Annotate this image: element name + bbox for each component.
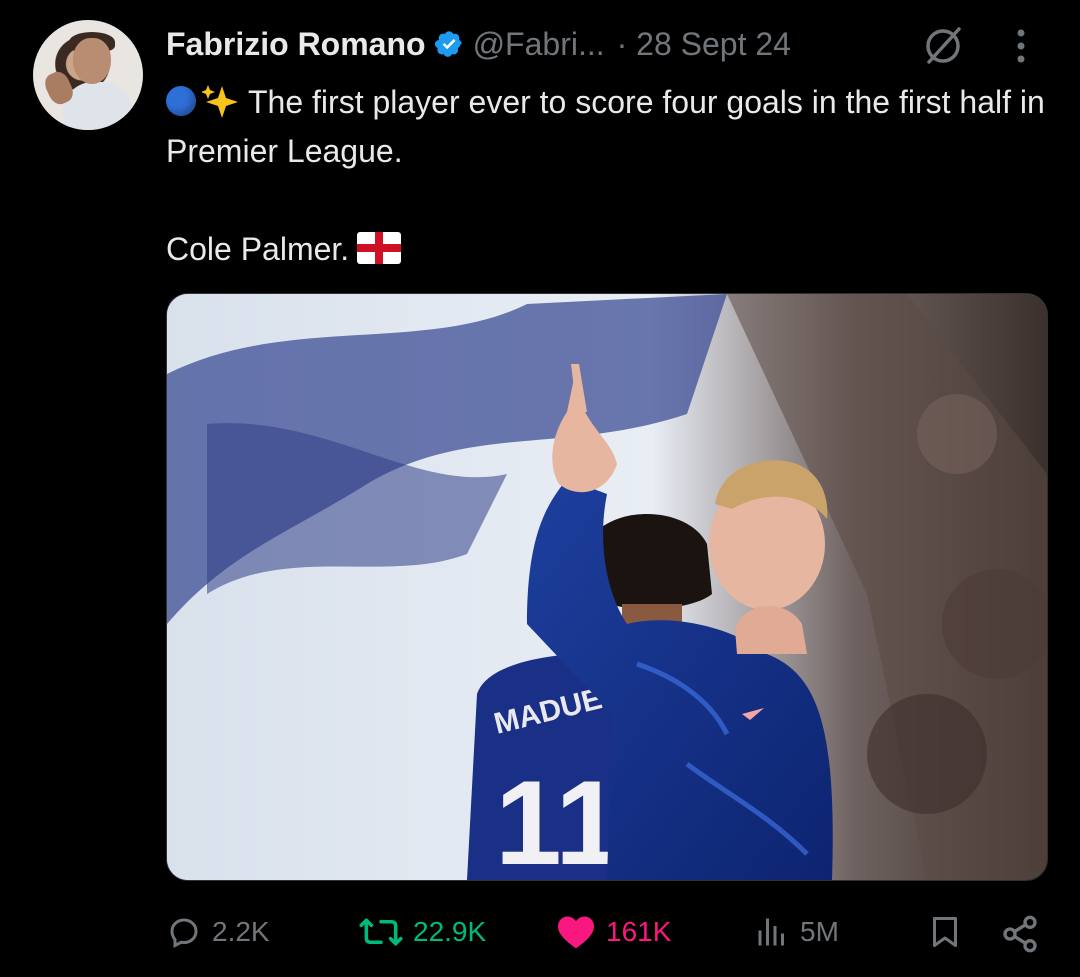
tweet-paragraph-1: The first player ever to score four goal… [166, 78, 1046, 176]
avatar[interactable] [33, 20, 143, 130]
avatar-head [73, 38, 111, 84]
retweet-icon [359, 918, 403, 946]
avatar-shirt [63, 82, 133, 130]
reply-button[interactable]: 2.2K [166, 900, 270, 964]
more-icon[interactable] [1011, 26, 1031, 66]
tweet-date[interactable]: · 28 Sept 24 [617, 26, 791, 63]
blue-circle-emoji [166, 86, 196, 116]
share-icon[interactable] [1000, 914, 1040, 954]
views-button[interactable]: 5M [754, 900, 839, 964]
tweet-text-line-2: Cole Palmer. [166, 231, 350, 267]
author-handle[interactable]: @Fabri... [473, 26, 605, 63]
reply-count: 2.2K [212, 916, 270, 947]
reply-icon [170, 918, 198, 948]
like-button[interactable]: 161K [556, 900, 671, 964]
views-icon [758, 918, 784, 946]
like-icon [558, 916, 594, 949]
tweet-paragraph-2: Cole Palmer. [166, 225, 1046, 274]
england-flag-emoji [357, 232, 402, 264]
tweet-image[interactable]: MADUEKE 11 [166, 293, 1048, 881]
tweet-text: The first player ever to score four goal… [166, 78, 1046, 274]
tweet-actions: 2.2K 22.9K 161K 5M [0, 900, 1080, 964]
sparkles-icon [202, 85, 238, 118]
retweet-count: 22.9K [413, 916, 487, 947]
football-photo: MADUEKE 11 [167, 294, 1047, 880]
views-count: 5M [800, 916, 839, 947]
tweet-header: Fabrizio Romano @Fabri... · 28 Sept 24 [166, 20, 791, 68]
retweet-button[interactable]: 22.9K [359, 900, 486, 964]
like-count: 161K [606, 916, 672, 947]
jersey-number-text: 11 [495, 756, 622, 880]
author-name[interactable]: Fabrizio Romano [166, 26, 426, 63]
grok-icon[interactable] [921, 24, 965, 68]
verified-badge-icon[interactable] [434, 29, 464, 59]
bookmark-icon[interactable] [927, 914, 963, 950]
tweet-text-line-1: The first player ever to score four goal… [166, 84, 1045, 169]
